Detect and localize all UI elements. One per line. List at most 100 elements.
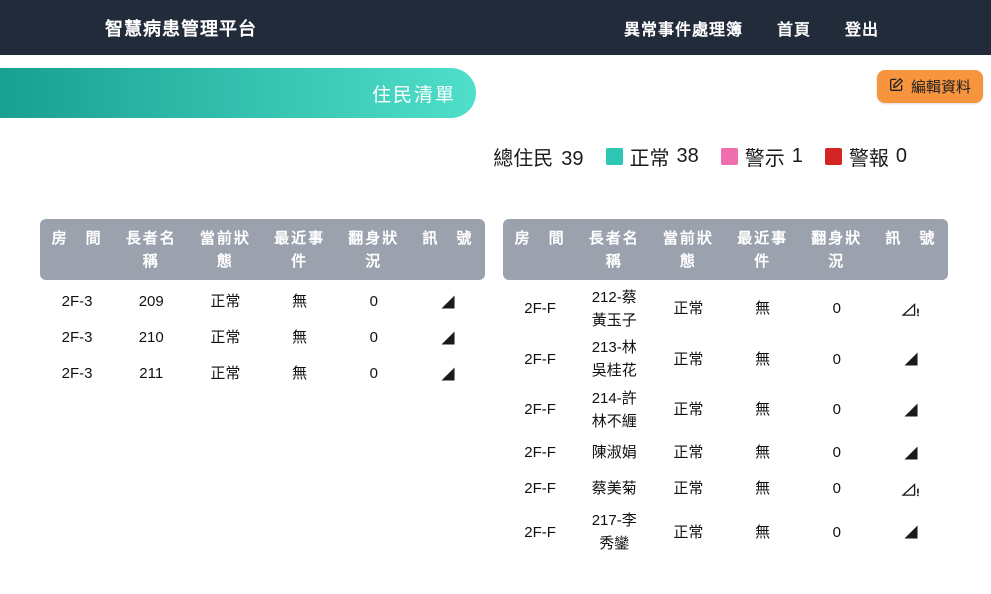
legend-item-warning: 警示 1 [721, 142, 803, 171]
column-header: 長者名稱 [577, 227, 651, 274]
cell-room: 2F-F [503, 475, 577, 502]
cell-event: 無 [725, 439, 799, 466]
cell-room: 2F-F [503, 295, 577, 322]
cell-event: 無 [725, 475, 799, 502]
table-row: 2F-F 214-許林不緾 正常 無 0 [503, 385, 948, 436]
alarm-swatch [825, 148, 842, 165]
column-header: 房 間 [503, 227, 577, 250]
column-header: 房 間 [40, 227, 114, 250]
cell-signal [411, 291, 485, 313]
cell-signal [411, 327, 485, 349]
column-header: 最近事件 [725, 227, 799, 274]
cell-name: 212-蔡黃玉子 [577, 284, 651, 335]
cell-event: 無 [725, 295, 799, 322]
cell-room: 2F-F [503, 346, 577, 373]
cell-signal [874, 348, 948, 370]
cell-turn: 0 [800, 396, 874, 423]
cell-signal [411, 363, 485, 385]
cell-turn: 0 [337, 360, 411, 387]
cell-room: 2F-3 [40, 324, 114, 351]
cell-room: 2F-F [503, 396, 577, 423]
cell-event: 無 [725, 519, 799, 546]
cell-event: 無 [262, 288, 336, 315]
cell-status: 正常 [651, 396, 725, 423]
stats-row: 總住民 39 正常 38 警示 1 警報 0 [0, 142, 991, 171]
cell-event: 無 [725, 346, 799, 373]
column-header: 翻身狀況 [337, 227, 411, 274]
cell-signal [874, 298, 948, 320]
signal-alert-triangle-icon [900, 300, 921, 318]
cell-name: 210 [114, 324, 188, 351]
cell-status: 正常 [651, 475, 725, 502]
cell-name: 213-林吳桂花 [577, 334, 651, 385]
cell-turn: 0 [800, 295, 874, 322]
column-header: 當前狀態 [651, 227, 725, 274]
pencil-square-icon [889, 77, 904, 96]
cell-room: 2F-3 [40, 288, 114, 315]
total-residents-value: 39 [561, 148, 583, 171]
column-header: 訊 號 [411, 227, 485, 250]
table-row: 2F-F 212-蔡黃玉子 正常 無 0 [503, 284, 948, 335]
legend-warning-value: 1 [792, 145, 803, 168]
table-row: 2F-F 213-林吳桂花 正常 無 0 [503, 334, 948, 385]
cell-room: 2F-F [503, 519, 577, 546]
cell-room: 2F-3 [40, 360, 114, 387]
cell-status: 正常 [188, 360, 262, 387]
resident-list-banner: 住民清單 [0, 68, 476, 118]
resident-table-right: 房 間 長者名稱 當前狀態 最近事件 翻身狀況 訊 號 2F-F 212-蔡黃玉… [503, 219, 948, 558]
edit-data-button[interactable]: 編輯資料 [877, 70, 983, 103]
cell-name: 217-李秀鑾 [577, 507, 651, 558]
signal-full-triangle-icon [902, 350, 920, 368]
table-body: 2F-F 212-蔡黃玉子 正常 無 0 2F-F 213-林吳桂花 正常 無 … [503, 280, 948, 558]
cell-event: 無 [262, 324, 336, 351]
legend-warning-label: 警示 [745, 142, 785, 171]
signal-alert-triangle-icon [900, 480, 921, 498]
legend-normal-value: 38 [677, 145, 699, 168]
cell-name: 214-許林不緾 [577, 385, 651, 436]
banner-row: 住民清單 編輯資料 [0, 68, 991, 118]
cell-status: 正常 [188, 288, 262, 315]
legend-normal-label: 正常 [630, 142, 670, 171]
cell-status: 正常 [651, 295, 725, 322]
cell-status: 正常 [651, 439, 725, 466]
column-header: 長者名稱 [114, 227, 188, 274]
total-residents-label: 總住民 [493, 142, 553, 171]
nav-links: 異常事件處理簿 首頁 登出 [624, 16, 879, 40]
warning-swatch [721, 148, 738, 165]
signal-full-triangle-icon [439, 365, 457, 383]
top-nav: 智慧病患管理平台 異常事件處理簿 首頁 登出 [0, 0, 991, 55]
cell-signal [874, 399, 948, 421]
cell-turn: 0 [800, 346, 874, 373]
cell-turn: 0 [800, 475, 874, 502]
table-row: 2F-3 211 正常 無 0 [40, 356, 485, 392]
legend-item-normal: 正常 38 [606, 142, 699, 171]
table-body: 2F-3 209 正常 無 0 2F-3 210 正常 無 0 2F-3 211… [40, 280, 485, 392]
table-row: 2F-F 217-李秀鑾 正常 無 0 [503, 507, 948, 558]
cell-name: 209 [114, 288, 188, 315]
cell-turn: 0 [800, 519, 874, 546]
legend-alarm-value: 0 [896, 145, 907, 168]
edit-data-button-label: 編輯資料 [911, 76, 971, 97]
normal-swatch [606, 148, 623, 165]
cell-turn: 0 [337, 324, 411, 351]
legend-alarm-label: 警報 [849, 142, 889, 171]
signal-full-triangle-icon [902, 523, 920, 541]
signal-full-triangle-icon [902, 444, 920, 462]
cell-signal [874, 442, 948, 464]
table-header-row: 房 間 長者名稱 當前狀態 最近事件 翻身狀況 訊 號 [40, 219, 485, 280]
column-header: 翻身狀況 [800, 227, 874, 274]
nav-link-logout[interactable]: 登出 [845, 16, 879, 40]
signal-full-triangle-icon [439, 329, 457, 347]
cell-room: 2F-F [503, 439, 577, 466]
column-header: 最近事件 [262, 227, 336, 274]
nav-link-home[interactable]: 首頁 [777, 16, 811, 40]
banner-title: 住民清單 [372, 80, 456, 107]
cell-name: 蔡美菊 [577, 475, 651, 502]
cell-status: 正常 [651, 346, 725, 373]
cell-turn: 0 [337, 288, 411, 315]
nav-link-abnormal-events[interactable]: 異常事件處理簿 [624, 16, 743, 40]
cell-event: 無 [725, 396, 799, 423]
signal-full-triangle-icon [902, 401, 920, 419]
cell-event: 無 [262, 360, 336, 387]
table-header-row: 房 間 長者名稱 當前狀態 最近事件 翻身狀況 訊 號 [503, 219, 948, 280]
